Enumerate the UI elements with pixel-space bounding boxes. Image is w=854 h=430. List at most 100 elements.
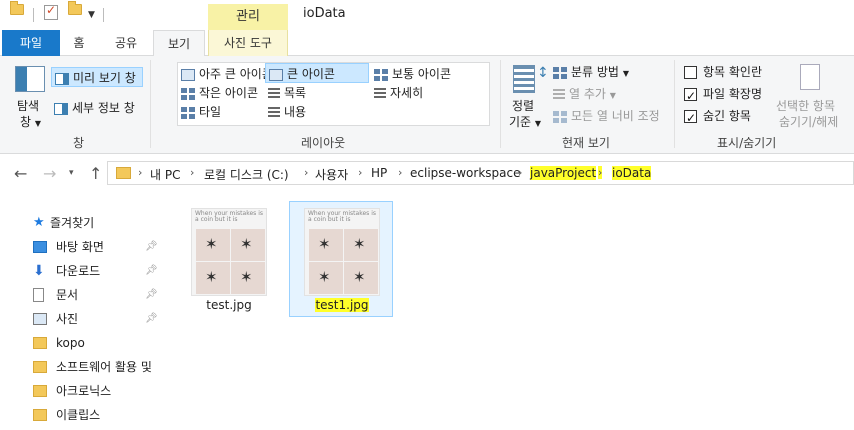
add-columns-icon (553, 88, 565, 101)
breadcrumb-io-data[interactable]: ioData (612, 166, 652, 180)
preview-pane-button[interactable]: 미리 보기 창 (51, 67, 143, 87)
navigation-pane-button[interactable]: 창 ▼ (20, 112, 41, 132)
image-thumbnail: When your mistakes is a coin but it is (191, 208, 267, 296)
large-icons-label: 큰 아이콘 (287, 67, 335, 81)
sidebar-item-desktop[interactable]: 바탕 화면 📌︎ (30, 236, 161, 258)
chevron-right-icon[interactable]: › (598, 166, 603, 179)
download-icon: ⬇ (33, 263, 45, 279)
hidden-items-toggle[interactable]: 숨긴 항목 (684, 106, 751, 128)
hide-selected-icon[interactable] (800, 64, 820, 90)
file-name-text: test.jpg (206, 298, 252, 312)
chevron-right-icon[interactable]: › (518, 166, 522, 179)
chevron-right-icon[interactable]: › (190, 166, 194, 179)
current-view-group-label: 현재 보기 (562, 136, 610, 150)
tab-file[interactable]: 파일 (2, 30, 60, 56)
breadcrumb-java-project[interactable]: javaProject (530, 166, 597, 180)
layout-extra-large-icons[interactable]: 아주 큰 아이콘 (181, 64, 273, 84)
hide-selected-label-2[interactable]: 숨기기/해제 (779, 112, 838, 132)
tab-picture-tools[interactable]: 사진 도구 (208, 30, 288, 56)
pin-icon[interactable]: 📌︎ (145, 260, 158, 282)
properties-icon[interactable] (44, 3, 58, 20)
group-by-icon (553, 66, 567, 79)
thumbnail-cell (231, 262, 265, 294)
fit-columns-label: 모든 열 너비 조정 (571, 109, 660, 123)
navigation-pane-icon[interactable] (15, 66, 45, 92)
file-extensions-toggle[interactable]: 파일 확장명 (684, 84, 763, 106)
file-item[interactable]: When your mistakes is a coin but it is t… (177, 202, 281, 318)
address-bar[interactable]: › 내 PC › 로컬 디스크 (C:) › 사용자 › HP › eclips… (107, 161, 854, 185)
file-extensions-label: 파일 확장명 (703, 87, 763, 101)
chevron-right-icon[interactable]: › (304, 166, 308, 179)
medium-icons-label: 보통 아이콘 (392, 67, 452, 81)
layout-small-icons[interactable]: 작은 아이콘 (181, 83, 258, 103)
tiles-icon (181, 106, 195, 119)
sidebar-item-documents[interactable]: 문서 📌︎ (30, 284, 161, 306)
item-checkboxes-toggle[interactable]: 항목 확인란 (684, 62, 762, 82)
layout-medium-icons[interactable]: 보통 아이콘 (374, 64, 451, 84)
chevron-down-icon: ▼ (534, 119, 542, 128)
new-folder-icon[interactable] (68, 1, 82, 15)
tab-view[interactable]: 보기 (153, 30, 205, 57)
chevron-right-icon[interactable]: › (138, 166, 142, 179)
layout-large-icons[interactable]: 큰 아이콘 (265, 63, 369, 83)
content-icon (268, 106, 280, 119)
folder-icon (33, 361, 47, 373)
breadcrumb-eclipse-workspace[interactable]: eclipse-workspace (410, 166, 520, 180)
sidebar-item-label: 바탕 화면 (56, 240, 104, 254)
navigation-bar: ← → ▾ ↑ › 내 PC › 로컬 디스크 (C:) › 사용자 › HP … (0, 154, 854, 192)
extra-large-icons-label: 아주 큰 아이콘 (199, 67, 273, 81)
pin-icon[interactable]: 📌︎ (145, 284, 158, 306)
sidebar-item-acronis[interactable]: 아크로닉스 (30, 380, 161, 402)
breadcrumb-users[interactable]: 사용자 (315, 166, 348, 183)
chevron-right-icon[interactable]: › (398, 166, 402, 179)
tab-home[interactable]: 홈 (62, 30, 96, 56)
layout-content[interactable]: 내용 (268, 102, 306, 122)
divider (674, 60, 675, 148)
window-title: ioData (303, 6, 346, 21)
recent-locations-icon[interactable]: ▾ (69, 168, 74, 178)
tab-share[interactable]: 공유 (104, 30, 148, 56)
fit-columns-button[interactable]: 모든 열 너비 조정 (553, 106, 660, 126)
divider (103, 8, 104, 22)
list-icon (268, 87, 280, 100)
file-item-selected[interactable]: When your mistakes is a coin but it is t… (289, 201, 393, 317)
chevron-right-icon[interactable]: › (358, 166, 362, 179)
fit-columns-icon (553, 110, 567, 123)
manage-context-tab[interactable]: 관리 (208, 4, 288, 30)
group-by-button[interactable]: 분류 방법 ▼ (553, 62, 629, 82)
forward-arrow-icon[interactable]: → (43, 164, 56, 183)
sidebar-item-downloads[interactable]: ⬇ 다운로드 📌︎ (30, 260, 161, 282)
add-columns-button[interactable]: 열 추가 ▼ (553, 84, 616, 104)
sidebar-item-pictures[interactable]: 사진 📌︎ (30, 308, 161, 330)
ribbon: 탐색 창 ▼ 미리 보기 창 세부 정보 창 창 아주 큰 아이콘 큰 아이콘 … (0, 56, 854, 154)
image-thumbnail: When your mistakes is a coin but it is (304, 208, 380, 296)
pin-icon[interactable]: 📌︎ (145, 236, 158, 258)
divider (150, 60, 151, 148)
sidebar-item-software[interactable]: 소프트웨어 활용 및 (30, 356, 161, 378)
sidebar-item-kopo[interactable]: kopo (30, 332, 161, 354)
pin-icon[interactable]: 📌︎ (145, 308, 158, 330)
small-icons-icon (181, 87, 195, 100)
breadcrumb-hp[interactable]: HP (371, 166, 387, 180)
thumbnail-cell (196, 229, 230, 261)
layout-details[interactable]: 자세히 (374, 83, 423, 103)
up-arrow-icon[interactable]: ↑ (89, 164, 102, 183)
navigation-pane-label-2: 창 (20, 115, 32, 129)
small-icons-label: 작은 아이콘 (199, 86, 259, 100)
customize-toolbar-icon[interactable]: ▼ (88, 10, 95, 20)
divider (500, 60, 501, 148)
breadcrumb-this-pc[interactable]: 내 PC (150, 166, 180, 183)
layout-list[interactable]: 목록 (268, 83, 306, 103)
details-pane-button[interactable]: 세부 정보 창 (54, 98, 135, 118)
sidebar-item-quick-access[interactable]: ★ 즐겨찾기 (30, 212, 161, 234)
layout-tiles[interactable]: 타일 (181, 102, 221, 122)
sort-by-icon[interactable] (513, 65, 535, 93)
back-arrow-icon[interactable]: ← (14, 164, 27, 183)
file-name: test1.jpg (290, 298, 394, 312)
details-label: 자세히 (390, 86, 424, 100)
thumbnail-cell (344, 229, 378, 261)
sidebar-item-label: 사진 (56, 312, 79, 326)
sort-by-button[interactable]: 기준 ▼ (509, 112, 541, 132)
sidebar-item-eclipse[interactable]: 이클립스 (30, 404, 161, 426)
breadcrumb-local-disk[interactable]: 로컬 디스크 (C:) (204, 166, 289, 183)
